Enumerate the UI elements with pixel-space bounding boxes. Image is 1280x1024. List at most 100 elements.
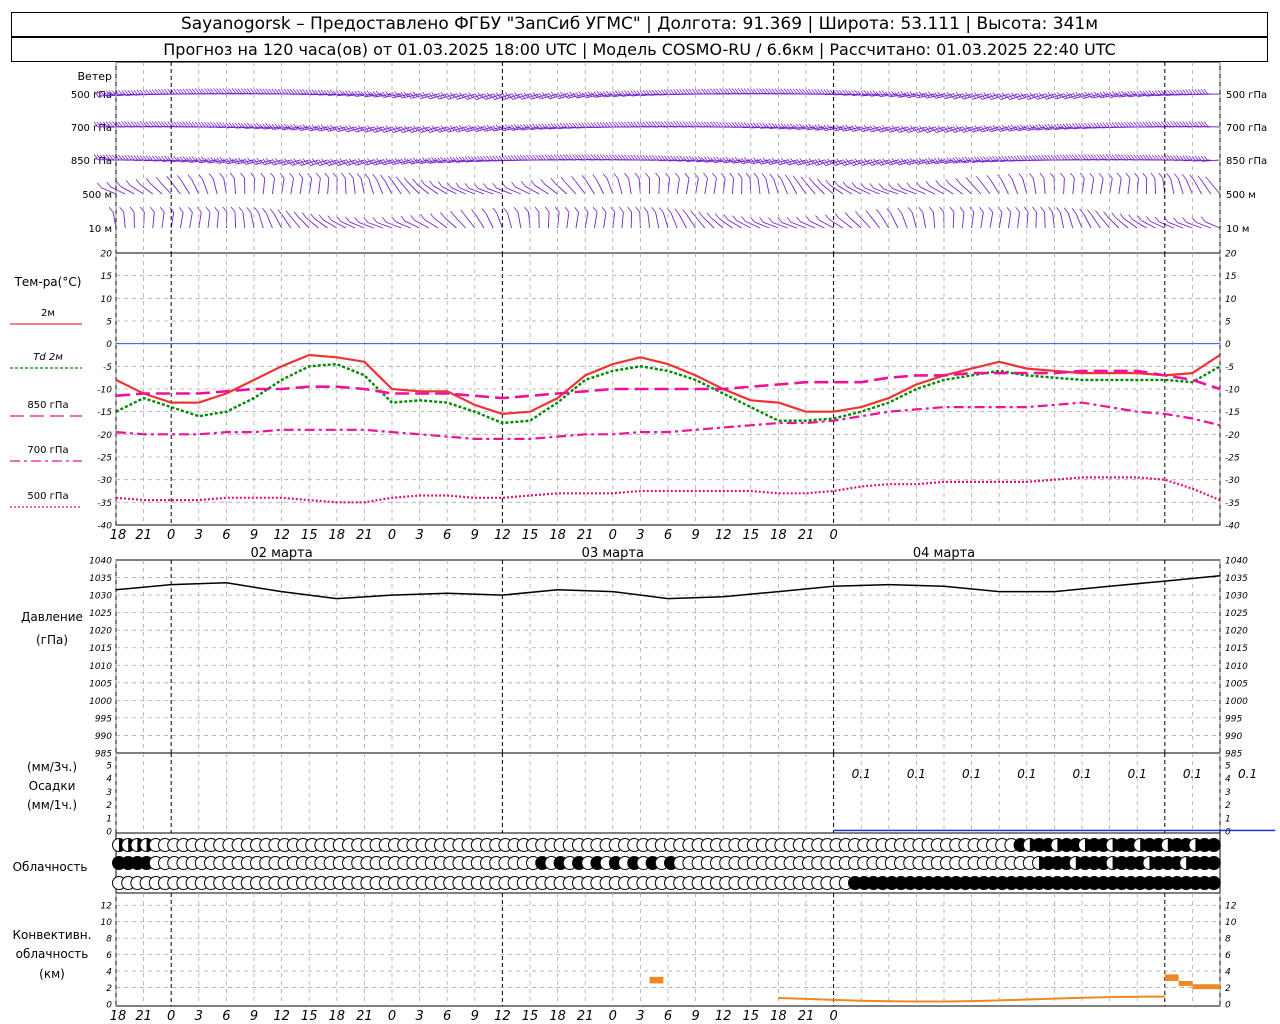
y-tick-label-right: 15 bbox=[1225, 272, 1237, 282]
time-tick-label: 0 bbox=[829, 1009, 837, 1024]
wind-barb bbox=[1168, 221, 1184, 229]
temp-legend-label: 2м bbox=[41, 308, 55, 319]
wind-barb bbox=[262, 178, 266, 195]
time-tick-label: 0 bbox=[829, 528, 837, 543]
wind-barb-feather bbox=[897, 91, 902, 97]
wind-barb-feather bbox=[150, 206, 155, 213]
wind-barb bbox=[1150, 220, 1165, 229]
wind-barb bbox=[475, 214, 485, 229]
wind-barb-feather bbox=[945, 179, 950, 185]
wind-barb-feather bbox=[897, 182, 902, 189]
wind-barb-feather bbox=[277, 209, 283, 215]
conv-title-1: Конвективн. bbox=[13, 928, 92, 942]
wind-barb-feather bbox=[299, 124, 304, 131]
wind-barb-feather bbox=[675, 172, 680, 179]
day-label: 04 марта bbox=[913, 546, 975, 561]
wind-barb-feather bbox=[196, 206, 202, 213]
wind-barb-feather bbox=[440, 212, 445, 218]
wind-barb bbox=[796, 180, 807, 195]
wind-barb bbox=[149, 182, 163, 195]
wind-barb-feather bbox=[1205, 176, 1211, 182]
conv-unit: (км) bbox=[39, 967, 65, 981]
wind-barb bbox=[242, 212, 246, 229]
time-tick-label: 0 bbox=[609, 528, 617, 543]
wind-level-label: 500 гПа bbox=[1226, 90, 1267, 101]
wind-barb bbox=[1109, 178, 1113, 195]
y-tick-label-right: -30 bbox=[1225, 476, 1240, 486]
wind-barb bbox=[1075, 213, 1083, 229]
time-tick-label: 6 bbox=[222, 1009, 230, 1024]
day-label: 03 марта bbox=[582, 546, 644, 561]
wind-barb-feather bbox=[145, 178, 151, 184]
y-tick-label-right: -25 bbox=[1225, 454, 1240, 464]
wind-barb-feather bbox=[1145, 216, 1151, 222]
wind-barb-feather bbox=[410, 215, 416, 221]
wind-barb bbox=[676, 178, 680, 195]
y-tick-label-left: 0 bbox=[106, 828, 112, 838]
wind-barb-feather bbox=[400, 215, 406, 222]
y-tick-label-left: 990 bbox=[95, 732, 112, 742]
wind-barb-feather bbox=[808, 177, 814, 183]
wind-barb-feather bbox=[1087, 209, 1092, 215]
y-tick-label-right: 0 bbox=[1225, 1001, 1231, 1011]
wind-barb bbox=[864, 187, 880, 195]
wind-barb-feather bbox=[1060, 172, 1065, 179]
wind-barb-feather bbox=[372, 217, 378, 223]
wind-barb bbox=[517, 212, 522, 229]
wind-barb-feather bbox=[674, 208, 680, 215]
wind-barb bbox=[773, 178, 779, 195]
time-tick-label: 12 bbox=[273, 528, 290, 543]
wind-barb-feather bbox=[311, 124, 317, 130]
wind-barb-feather bbox=[356, 173, 362, 179]
wind-barb-feather bbox=[437, 181, 443, 187]
wind-barb-feather bbox=[601, 206, 607, 213]
wind-barb bbox=[585, 180, 595, 195]
time-tick-label: 18 bbox=[110, 528, 127, 543]
time-tick-label: 3 bbox=[195, 1009, 203, 1024]
y-tick-label-right: 5 bbox=[1225, 762, 1231, 772]
wind-barb-feather bbox=[723, 214, 729, 220]
wind-barb-feather bbox=[382, 91, 387, 98]
time-tick-label: 18 bbox=[329, 1009, 346, 1024]
precip-data-label: 0.1 bbox=[962, 767, 981, 781]
y-tick-label-right: 10 bbox=[1225, 295, 1237, 305]
wind-barb-feather bbox=[1182, 217, 1187, 223]
wind-barb-feather bbox=[731, 157, 737, 163]
y-tick-label-left: 1040 bbox=[89, 557, 112, 567]
wind-barb bbox=[922, 212, 927, 229]
wind-barb-feather bbox=[293, 211, 299, 217]
wind-barb bbox=[959, 182, 972, 195]
temp-legend-label: Td 2м bbox=[33, 352, 63, 363]
wind-barb-feather bbox=[988, 206, 994, 213]
wind-barb bbox=[765, 178, 770, 195]
wind-barb-feather bbox=[1200, 216, 1206, 223]
wind-barb-feather bbox=[530, 180, 536, 186]
wind-barb bbox=[754, 221, 770, 229]
wind-barb-feather bbox=[805, 215, 811, 222]
y-tick-label-right: 1 bbox=[1225, 814, 1231, 824]
wind-barb bbox=[290, 178, 295, 195]
wind-barb bbox=[258, 212, 264, 229]
wind-barb-feather bbox=[1063, 207, 1069, 213]
pressure-unit: (гПа) bbox=[36, 633, 68, 647]
wind-barb-feather bbox=[1137, 215, 1142, 221]
y-tick-label-right: 4 bbox=[1225, 775, 1231, 785]
precip-bar bbox=[1054, 829, 1110, 832]
wind-barb bbox=[1007, 212, 1012, 229]
wind-barb bbox=[202, 178, 209, 195]
cloud-cover-symbol bbox=[1206, 876, 1221, 890]
wind-barb bbox=[189, 212, 193, 229]
wind-barb-feather bbox=[759, 217, 764, 223]
wind-barb-feather bbox=[703, 172, 708, 179]
wind-barb bbox=[901, 212, 908, 229]
wind-barb bbox=[496, 212, 503, 229]
wind-barb bbox=[575, 180, 586, 195]
wind-barb-feather bbox=[260, 172, 266, 179]
y-tick-label-left: 3 bbox=[106, 788, 112, 798]
y-tick-label-right: 1005 bbox=[1225, 679, 1248, 689]
wind-barb-feather bbox=[129, 206, 135, 213]
wind-barb-feather bbox=[715, 213, 720, 219]
time-tick-label: 18 bbox=[110, 1009, 127, 1024]
wind-barb-feather bbox=[777, 174, 782, 180]
time-tick-label: 9 bbox=[471, 528, 479, 543]
